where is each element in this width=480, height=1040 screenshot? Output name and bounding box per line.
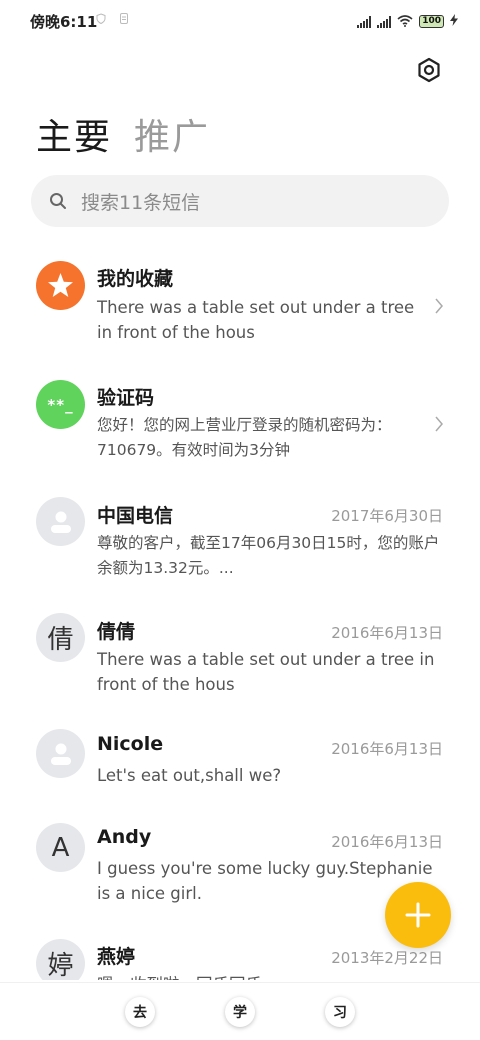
signal-icon (377, 15, 392, 28)
conversation-preview: There was a table set out under a tree i… (97, 650, 435, 694)
conversation-preview: Let's eat out,shall we? (97, 766, 282, 785)
avatar (36, 261, 85, 310)
conversation-date: 2016年6月13日 (331, 624, 443, 642)
list-item[interactable]: 倩 倩倩 2016年6月13日 There was a table set ou… (0, 606, 480, 722)
conversation-name: 验证码 (97, 387, 155, 409)
sim-icon (120, 13, 128, 27)
avatar: **_ (36, 380, 85, 429)
list-item[interactable]: 中国电信 2017年6月30日 尊敬的客户，截至17年06月30日15时，您的账… (0, 489, 480, 606)
charging-icon (450, 14, 458, 29)
status-icons: 100 (357, 12, 458, 31)
chevron-right-icon (434, 415, 444, 437)
tab-promotions[interactable]: 推广 (134, 108, 210, 160)
list-item[interactable]: Nicole 2016年6月13日 Let's eat out,shall we… (0, 722, 480, 816)
star-icon (36, 261, 85, 310)
avatar: 倩 (36, 613, 85, 662)
tab-primary[interactable]: 主要 (36, 108, 112, 160)
bottom-button-xue[interactable]: 学 (225, 997, 255, 1027)
bottom-button-xi[interactable]: 习 (325, 997, 355, 1027)
conversation-name: 我的收藏 (97, 268, 174, 290)
settings-button[interactable] (414, 55, 444, 85)
shield-icon (96, 13, 106, 27)
conversation-preview: 嗯，收到啦，回氏回氏 (97, 972, 442, 980)
status-bar: 傍晚6:11 100 (0, 0, 480, 40)
signal-icon (357, 15, 372, 28)
list-item[interactable]: 我的收藏 There was a table set out under a t… (0, 255, 480, 371)
tab-bar: 主要 推广 (36, 108, 210, 160)
settings-icon (418, 57, 440, 83)
avatar: A (36, 823, 85, 872)
search-input[interactable]: 搜索11条短信 (81, 188, 200, 215)
new-message-button[interactable] (385, 882, 451, 948)
chevron-right-icon (434, 297, 444, 319)
conversation-date: 2017年6月30日 (331, 507, 443, 525)
status-time: 傍晚6:11 (30, 13, 98, 31)
conversation-preview: There was a table set out under a tree i… (97, 298, 415, 342)
conversation-list: 我的收藏 There was a table set out under a t… (0, 255, 480, 980)
wifi-icon (397, 12, 413, 31)
list-item[interactable]: **_ 验证码 您好！您的网上营业厅登录的随机密码为：710679。有效时间为3… (0, 371, 480, 489)
person-icon (50, 743, 71, 765)
verification-code-icon: **_ (47, 395, 74, 414)
avatar: 婷 (36, 939, 85, 980)
conversation-name: 倩倩 (97, 621, 136, 643)
avatar (36, 497, 85, 546)
conversation-date: 2013年2月22日 (331, 949, 443, 967)
conversation-name: Andy (97, 826, 152, 848)
conversation-name: 中国电信 (97, 505, 174, 527)
plus-icon (405, 902, 431, 928)
conversation-preview: 您好！您的网上营业厅登录的随机密码为：710679。有效时间为3分钟 (97, 416, 392, 459)
battery-icon: 100 (419, 15, 444, 28)
conversation-date: 2016年6月13日 (331, 833, 443, 851)
avatar-initial: 倩 (47, 625, 74, 655)
person-icon (50, 511, 71, 533)
conversation-name: Nicole (97, 733, 164, 755)
search-bar[interactable]: 搜索11条短信 (31, 175, 449, 227)
conversation-name: 燕婷 (97, 946, 136, 968)
bottom-button-qu[interactable]: 去 (125, 997, 155, 1027)
conversation-preview: 尊敬的客户，截至17年06月30日15时，您的账户余额为13.32元。... (97, 534, 440, 577)
bottom-bar: 去 学 习 (0, 982, 480, 1040)
search-icon (49, 192, 67, 210)
avatar (36, 729, 85, 778)
avatar-initial: A (51, 832, 70, 863)
conversation-date: 2016年6月13日 (331, 740, 443, 758)
avatar-initial: 婷 (47, 951, 74, 980)
